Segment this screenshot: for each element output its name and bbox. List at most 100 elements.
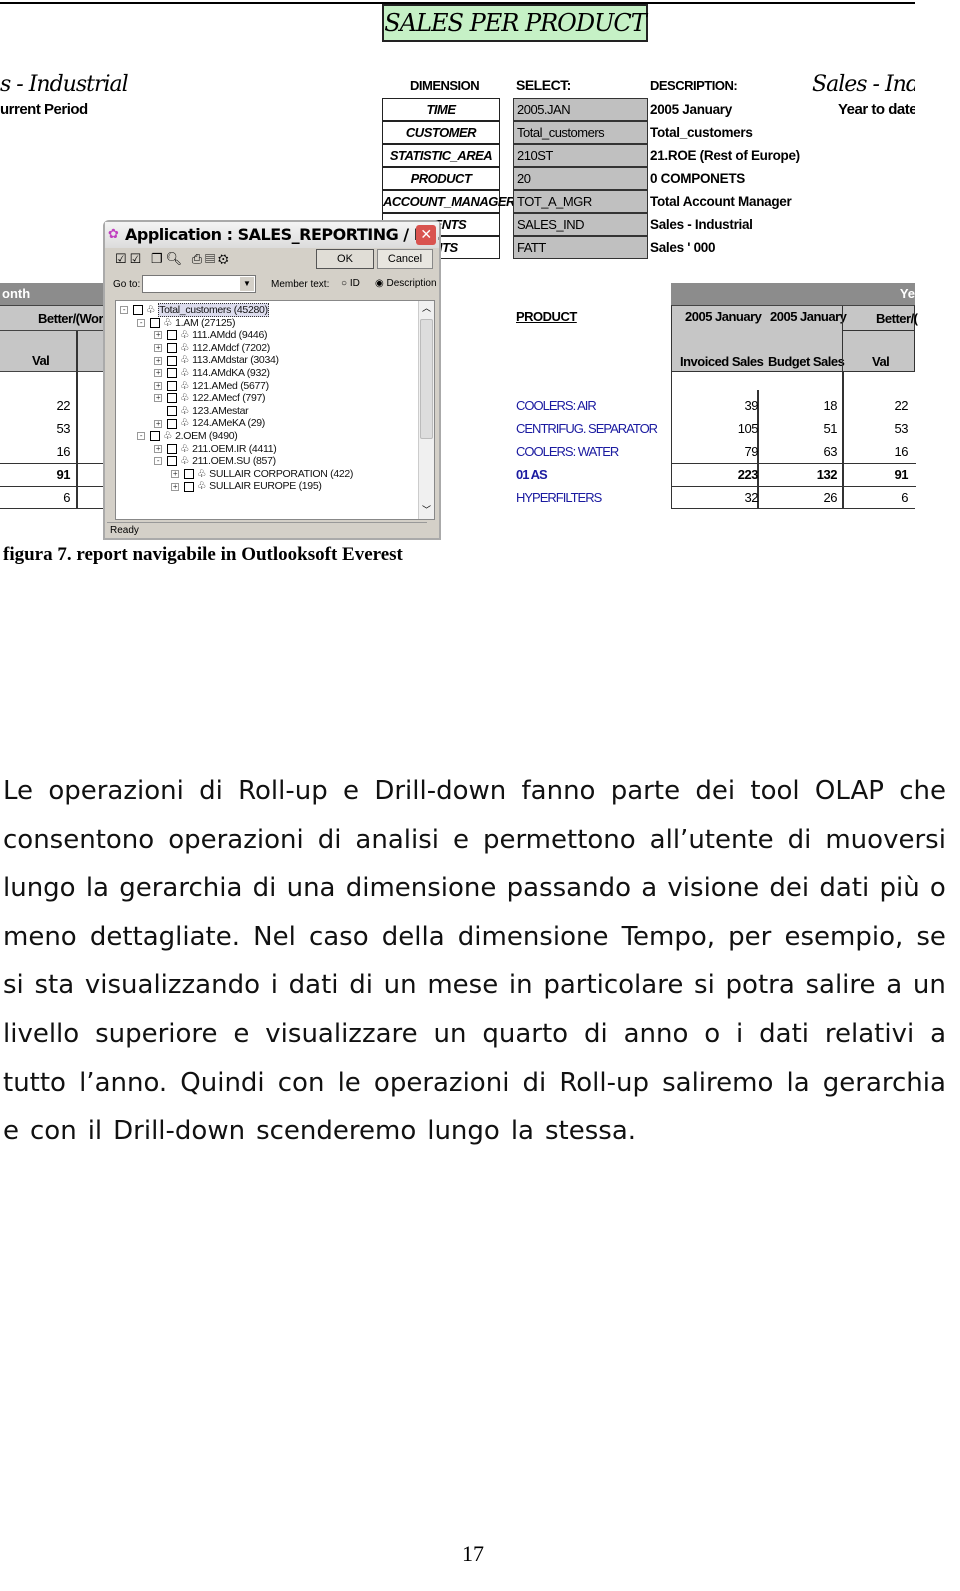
left-subtitle: urrent Period [0,101,88,118]
search-icon[interactable]: 🔍︎ [166,251,186,266]
val-cell: 16 [894,444,909,459]
tree-item[interactable]: + ♧ SULLAIR CORPORATION (422) [171,468,353,481]
chevron-down-icon[interactable]: ▼ [240,277,254,291]
expand-icon[interactable]: + [154,344,162,353]
checkbox[interactable] [150,431,160,442]
right-table-body [671,372,916,509]
left-val-cell: 53 [56,421,71,436]
goto-combobox[interactable]: ▼ [142,275,256,293]
scroll-thumb[interactable] [420,319,433,439]
expand-icon[interactable]: + [154,356,162,365]
selection-field[interactable]: TOT_A_MGR [513,190,648,213]
checkbox[interactable] [167,443,177,454]
selection-field[interactable]: 210ST [513,144,648,167]
select-header: SELECT: [516,77,571,93]
product-link[interactable]: 01 AS [516,467,548,482]
checkbox[interactable] [167,456,177,467]
collapse-icon[interactable]: - [120,306,128,315]
checkbox[interactable] [167,343,177,354]
checkbox[interactable] [167,418,177,429]
member-icon: ♧ [180,354,190,367]
tree-item[interactable]: + ♧ 124.AMeKA (29) [154,417,265,430]
expand-icon[interactable]: + [171,470,179,479]
tree-item[interactable]: - ♧ Total_customers (45280) [120,303,269,317]
member-icon: ♧ [197,480,207,493]
checkbox[interactable] [167,393,177,404]
expand-icon[interactable]: + [154,381,162,390]
tree-item[interactable]: + ♧ 111.AMdd (9446) [154,329,268,342]
checkbox[interactable] [167,406,177,417]
member-tree[interactable]: - ♧ Total_customers (45280) - ♧ 1.AM (27125) +… [115,300,435,520]
member-icon: ♧ [180,392,190,405]
select-all-icon[interactable]: ☑ [115,251,130,266]
selection-field[interactable]: SALES_IND [513,213,648,236]
checkbox[interactable] [133,305,143,316]
scroll-up-icon[interactable]: ︿ [419,301,434,317]
checkbox[interactable] [167,355,177,366]
collapse-icon[interactable]: - [154,457,162,466]
expand-icon[interactable]: + [154,419,162,428]
checkbox[interactable] [167,368,177,379]
tree-item[interactable]: + ♧ 114.AMdKA (932) [154,367,270,380]
tree-scrollbar[interactable]: ︿ ﹀ [418,301,434,519]
properties-icon[interactable]: ▤ [205,251,218,266]
ok-button[interactable]: OK [316,249,374,269]
product-link[interactable]: COOLERS: AIR [516,398,597,413]
tree-item-label: 124.AMeKA (29) [192,417,265,430]
radio-description[interactable]: ◉ Description [375,278,437,289]
tree-item[interactable]: - ♧ 2.OEM (9490) [137,430,238,443]
left-val-header: Val [0,330,103,373]
tree-item[interactable]: + ♧ 121.AMed (5677) [154,380,269,393]
dimension-description: Total_customers [650,125,753,140]
tree-item[interactable]: + ♧ 211.OEM.IR (4411) [154,443,277,456]
left-title: s - Industrial [0,72,129,97]
selection-field[interactable]: FATT [513,236,648,259]
tree-item[interactable]: - ♧ 1.AM (27125) [137,317,235,330]
member-text-label: Member text: [271,279,330,290]
expand-icon[interactable]: + [154,369,162,378]
tree-item[interactable]: + ♧ SULLAIR EUROPE (195) [171,480,322,493]
checkbox[interactable] [184,469,194,480]
product-link[interactable]: COOLERS: WATER [516,444,619,459]
select-children-icon[interactable]: ☑ [130,251,145,266]
collapse-icon[interactable]: - [137,432,145,441]
member-icon: ♧ [180,455,190,468]
product-header: PRODUCT [516,309,577,324]
val-cell: 53 [894,421,909,436]
options-icon[interactable]: ⚙ [218,251,232,266]
scroll-down-icon[interactable]: ﹀ [419,503,434,519]
dimension-name: PRODUCT [382,167,500,190]
checkbox[interactable] [167,330,177,341]
expand-icon[interactable]: + [154,444,162,453]
expand-icon[interactable]: + [154,331,162,340]
product-link[interactable]: CENTRIFUG. SEPARATOR [516,421,658,436]
print-icon[interactable]: ⎙ [192,251,205,266]
budget-cell: 26 [823,490,838,505]
copy-icon[interactable]: ❐ [151,251,166,266]
member-icon: ♧ [180,417,190,430]
tree-item-label: 111.AMdd (9446) [192,329,268,342]
tree-item[interactable]: + ♧ 112.AMdcf (7202) [154,342,270,355]
expand-icon[interactable]: + [154,394,162,403]
checkbox[interactable] [150,317,160,328]
expand-icon[interactable]: + [171,482,179,491]
radio-id[interactable]: ○ ID [341,278,360,289]
selection-field[interactable]: Total_customers [513,121,648,144]
dimension-description: Total Account Manager [650,194,792,209]
selection-field[interactable]: 2005.JAN [513,98,648,121]
checkbox[interactable] [184,481,194,492]
checkbox[interactable] [167,380,177,391]
close-button[interactable]: ✕ [416,225,436,245]
right-period-bar: Ye [671,283,915,305]
dialog-titlebar[interactable]: ✿ Application : SALES_REPORTING / Di... … [105,222,439,248]
collapse-icon[interactable]: - [137,318,145,327]
tree-item[interactable]: +♧123.AMestar [154,405,249,418]
tree-item[interactable]: + ♧ 113.AMdstar (3034) [154,354,279,367]
cancel-button[interactable]: Cancel [377,249,433,269]
tree-item[interactable]: + ♧ 122.AMecf (797) [154,392,266,405]
product-link[interactable]: HYPERFILTERS [516,490,602,505]
selection-field[interactable]: 20 [513,167,648,190]
member-selection-dialog: ✿ Application : SALES_REPORTING / Di... … [103,220,441,540]
dimension-name: TIME [382,98,500,121]
tree-item[interactable]: - ♧ 211.OEM.SU (857) [154,455,276,468]
